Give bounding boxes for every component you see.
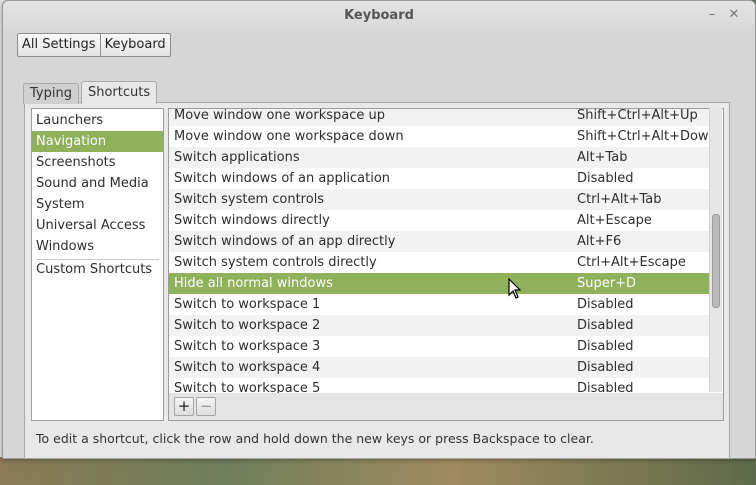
- tab-typing[interactable]: Typing: [23, 83, 79, 104]
- tab-bar: Typing Shortcuts: [23, 81, 159, 104]
- shortcut-accelerator: Disabled: [577, 360, 634, 375]
- shortcut-row[interactable]: Move window one workspace up Shift+Ctrl+A…: [169, 108, 710, 126]
- shortcut-row[interactable]: Switch windows of an app directly Alt+F6: [169, 231, 710, 252]
- shortcut-row[interactable]: Switch to workspace 2 Disabled: [169, 315, 710, 336]
- scrollbar-thumb[interactable]: [712, 214, 720, 308]
- category-item[interactable]: Screenshots: [32, 152, 163, 173]
- category-item[interactable]: Universal Access: [32, 215, 163, 236]
- shortcut-row[interactable]: Switch system controls directly Ctrl+Alt+…: [169, 252, 710, 273]
- shortcut-toolbar: + −: [168, 393, 724, 421]
- shortcut-accelerator: Disabled: [577, 318, 634, 333]
- shortcut-name: Switch windows of an application: [174, 171, 391, 186]
- tab-shortcuts[interactable]: Shortcuts: [80, 81, 158, 104]
- shortcut-accelerator: Disabled: [577, 171, 634, 186]
- shortcut-name: Switch applications: [174, 150, 300, 165]
- shortcut-accelerator: Shift+Ctrl+Alt+Down: [577, 129, 717, 144]
- shortcut-row[interactable]: Switch to workspace 5 Disabled: [169, 378, 710, 394]
- shortcut-row[interactable]: Switch to workspace 1 Disabled: [169, 294, 710, 315]
- shortcut-row[interactable]: Move window one workspace down Shift+Ctrl…: [169, 126, 717, 147]
- close-icon[interactable]: ✕: [726, 7, 742, 23]
- minimize-icon[interactable]: –: [704, 7, 720, 23]
- shortcut-name: Hide all normal windows: [174, 276, 333, 291]
- shortcut-accelerator: Ctrl+Alt+Tab: [577, 192, 662, 207]
- shortcut-accelerator: Alt+Escape: [577, 213, 652, 228]
- category-list: Launchers Navigation Screenshots Sound and …: [31, 108, 164, 421]
- shortcut-name: Switch to workspace 3: [174, 339, 321, 354]
- shortcut-name: Switch to workspace 5: [174, 381, 321, 394]
- shortcut-name: Move window one workspace up: [174, 108, 385, 123]
- category-item[interactable]: Navigation: [32, 131, 163, 152]
- category-item[interactable]: Sound and Media: [32, 173, 163, 194]
- shortcut-row[interactable]: Hide all normal windows Super+D: [169, 273, 710, 294]
- shortcut-accelerator: Disabled: [577, 297, 634, 312]
- shortcut-row[interactable]: Switch applications Alt+Tab: [169, 147, 710, 168]
- category-item[interactable]: System: [32, 194, 163, 215]
- shortcut-accelerator: Disabled: [577, 381, 634, 394]
- titlebar[interactable]: Keyboard – ✕: [3, 1, 755, 31]
- shortcut-row[interactable]: Switch system controls Ctrl+Alt+Tab: [169, 189, 710, 210]
- shortcut-row[interactable]: Switch windows directly Alt+Escape: [169, 210, 710, 231]
- shortcut-row[interactable]: Switch to workspace 3 Disabled: [169, 336, 710, 357]
- shortcut-accelerator: Alt+Tab: [577, 150, 628, 165]
- shortcut-row[interactable]: Switch to workspace 4 Disabled: [169, 357, 710, 378]
- category-item-custom-shortcuts[interactable]: Custom Shortcuts: [32, 259, 163, 280]
- remove-shortcut-button[interactable]: −: [196, 397, 216, 416]
- mouse-cursor-icon: [508, 278, 522, 299]
- shortcut-name: Switch system controls directly: [174, 255, 377, 270]
- shortcut-name: Switch system controls: [174, 192, 325, 207]
- shortcut-accelerator: Shift+Ctrl+Alt+Up: [577, 108, 698, 123]
- hint-text: To edit a shortcut, click the row and ho…: [36, 431, 594, 446]
- window-title: Keyboard: [344, 8, 414, 23]
- shortcut-name: Switch to workspace 2: [174, 318, 321, 333]
- shortcut-name: Switch windows of an app directly: [174, 234, 396, 249]
- desktop-background: [0, 457, 756, 485]
- category-item[interactable]: Launchers: [32, 110, 163, 131]
- breadcrumb: All Settings Keyboard: [17, 33, 171, 57]
- shortcut-accelerator: Alt+F6: [577, 234, 622, 249]
- shortcut-name: Switch to workspace 1: [174, 297, 321, 312]
- shortcut-list-scrollbar[interactable]: [709, 108, 722, 392]
- category-item[interactable]: Windows: [32, 236, 163, 257]
- shortcut-name: Switch windows directly: [174, 213, 330, 228]
- shortcut-accelerator: Disabled: [577, 339, 634, 354]
- breadcrumb-all-settings[interactable]: All Settings: [18, 34, 100, 56]
- shortcut-accelerator: Super+D: [577, 276, 636, 291]
- shortcut-name: Switch to workspace 4: [174, 360, 321, 375]
- add-shortcut-button[interactable]: +: [174, 397, 194, 416]
- shortcut-accelerator: Ctrl+Alt+Escape: [577, 255, 686, 270]
- shortcut-list: Move window one workspace up Shift+Ctrl+A…: [168, 108, 724, 394]
- breadcrumb-keyboard[interactable]: Keyboard: [99, 34, 170, 56]
- shortcut-row[interactable]: Switch windows of an application Disabled: [169, 168, 710, 189]
- shortcut-name: Move window one workspace down: [174, 129, 404, 144]
